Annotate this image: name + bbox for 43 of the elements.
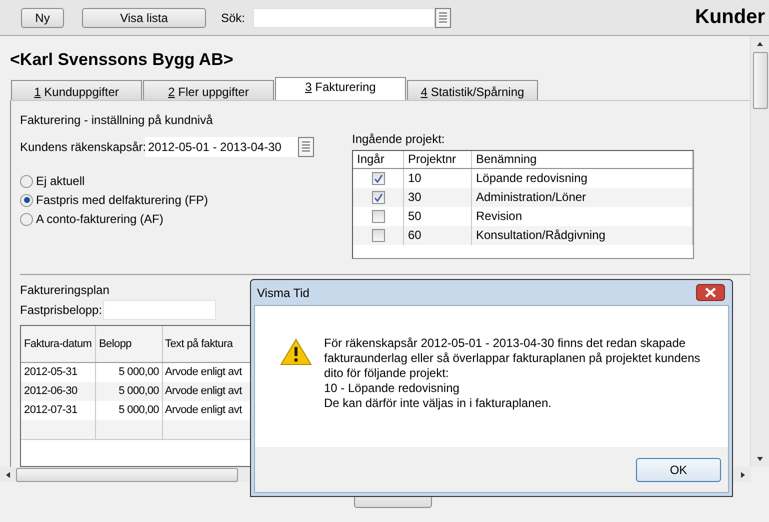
- radio-label: Ej aktuell: [36, 174, 85, 188]
- page-heading: Kunder: [695, 6, 765, 29]
- warning-icon: [280, 338, 312, 366]
- radio-button[interactable]: [20, 174, 33, 188]
- table-cell: Konsultation/Rådgivning: [472, 226, 693, 245]
- column-header: Benämning: [472, 151, 693, 168]
- tab[interactable]: 2 Fler uppgifter: [143, 80, 274, 100]
- customer-title: <Karl Svenssons Bygg AB>: [10, 50, 234, 70]
- column-header: Projektnr: [404, 151, 472, 168]
- vertical-scrollbar[interactable]: [750, 36, 769, 467]
- table-cell: 30: [404, 188, 472, 207]
- tab[interactable]: 3 Fakturering: [275, 77, 406, 100]
- column-header: Ingår: [353, 151, 404, 168]
- checkbox[interactable]: [372, 210, 384, 223]
- close-icon[interactable]: [696, 284, 725, 301]
- search-field[interactable]: [253, 8, 436, 28]
- column-header: Belopp: [96, 326, 163, 362]
- tab[interactable]: 1 Kunduppgifter: [11, 80, 142, 100]
- radio-button[interactable]: [20, 212, 33, 226]
- toolbar-button[interactable]: Visa lista: [82, 8, 206, 28]
- ok-button[interactable]: OK: [636, 458, 721, 482]
- list-icon[interactable]: [298, 137, 314, 157]
- fixed-price-field[interactable]: [103, 300, 216, 320]
- toolbar-button[interactable]: Ny: [21, 8, 64, 28]
- search-label: Sök:: [221, 10, 246, 24]
- table-cell: 60: [404, 226, 472, 245]
- column-header: Faktura-datum: [21, 326, 96, 362]
- section-title: Fakturering - inställning på kundnivå: [20, 113, 214, 127]
- field-label: Kundens räkenskapsår:: [20, 140, 145, 154]
- table-label: Ingående projekt:: [352, 132, 446, 146]
- radio-label: Fastpris med delfakturering (FP): [36, 193, 208, 207]
- tab[interactable]: 4 Statistik/Spårning: [407, 80, 538, 100]
- section-title: Faktureringsplan: [20, 283, 110, 297]
- table-cell: 2012-06-30: [21, 382, 96, 401]
- radio-button[interactable]: [20, 194, 33, 206]
- radio-label: A conto-fakturering (AF): [36, 212, 164, 226]
- table-cell: Administration/Löner: [472, 188, 693, 207]
- field-label: Fastprisbelopp:: [20, 303, 103, 317]
- list-icon[interactable]: [435, 8, 452, 28]
- dialog-title: Visma Tid: [257, 286, 310, 300]
- table-cell: 5 000,00: [96, 382, 163, 401]
- checkbox[interactable]: [372, 229, 384, 242]
- fiscal-year-field[interactable]: 2012-05-01 - 2013-04-30: [145, 137, 298, 157]
